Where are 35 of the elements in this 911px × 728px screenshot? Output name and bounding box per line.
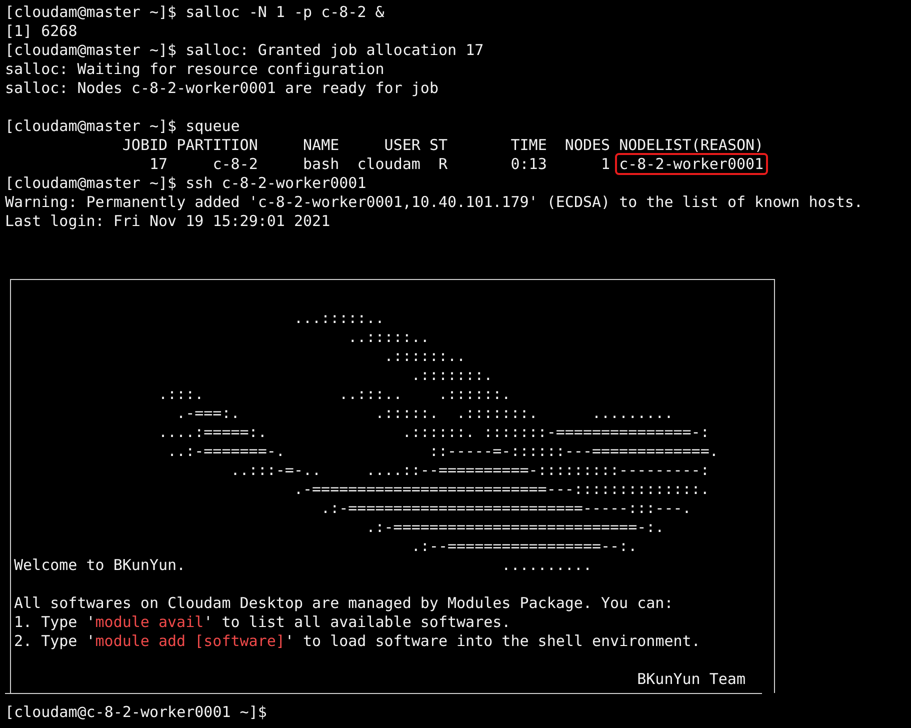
ascii-art-text: ...:::::.. <box>292 309 384 327</box>
terminal-text: JOBID PARTITION NAME USER ST TIME NODES NODELIST(REASON) <box>121 136 764 154</box>
terminal-text: Warning: Permanently added 'c-8-2-worker0001,10.40.101.179' (ECDSA) to the list of known hosts. <box>5 193 863 211</box>
terminal-text: Welcome to BKunYun. .......... <box>14 556 592 574</box>
terminal-text: [1] 6268 <box>5 22 78 40</box>
command-text: module add [software] <box>95 632 285 650</box>
ascii-art-text: ....:=====:. .::::::. :::::::-===============-: <box>157 423 710 441</box>
ascii-art-text: .:-===========================-:. <box>365 518 664 536</box>
terminal-text: [cloudam@master ~]$ salloc: Granted job allocation 17 <box>5 41 484 59</box>
terminal-text: salloc: Nodes c-8-2-worker0001 are ready for job <box>5 79 438 97</box>
terminal-text: 1. Type ' <box>14 613 96 631</box>
ascii-art-text: .:::. ..:::.. .::::::. <box>157 385 511 403</box>
terminal-text: BKunYun Team <box>636 670 746 688</box>
terminal-text: ' to list all available softwares. <box>204 613 511 631</box>
terminal-text: [cloudam@master ~]$ squeue <box>5 117 240 135</box>
command-text: module avail <box>95 613 204 631</box>
terminal-text: [cloudam@master ~]$ ssh c-8-2-worker0001 <box>5 174 366 192</box>
terminal-text: Last login: Fri Nov 19 15:29:01 2021 <box>5 212 330 230</box>
shell-prompt: [cloudam@c-8-2-worker0001 ~]$ <box>5 703 267 721</box>
terminal-text: salloc: Waiting for resource configuration <box>5 60 384 78</box>
ascii-art-text: .-===:. .:::::. .:::::::. ......... <box>176 404 674 422</box>
ascii-art-text: ..:::::.. <box>347 328 430 346</box>
terminal-text: All softwares on Cloudam Desktop are managed by Modules Package. You can: <box>14 594 674 612</box>
terminal-text: [cloudam@master ~]$ salloc -N 1 -p c-8-2 & <box>5 3 384 21</box>
terminal-text: 2. Type ' <box>14 632 96 650</box>
ascii-art-text: ..:-=======-. ::-----=-::::::---=============. <box>166 442 718 460</box>
ascii-art-text: .-==========================---::::::::::::::. <box>292 480 710 498</box>
terminal-text: 17 c-8-2 bash cloudam R 0:13 1 <box>148 155 612 173</box>
ascii-art-text: .::::::.. <box>383 347 466 365</box>
ascii-art-text: .:-==========================-----:::---. <box>320 499 692 517</box>
terminal-text: ' to load software into the shell environment. <box>284 632 700 650</box>
ascii-art-text: .:--=================--:. <box>410 537 638 555</box>
highlighted-text: c-8-2-worker0001 <box>615 153 768 175</box>
ascii-art-text: ..:::-=-.. ....::--==========-:::::::::---------: <box>230 461 710 479</box>
ascii-art-text: .:::::::. <box>410 366 493 384</box>
